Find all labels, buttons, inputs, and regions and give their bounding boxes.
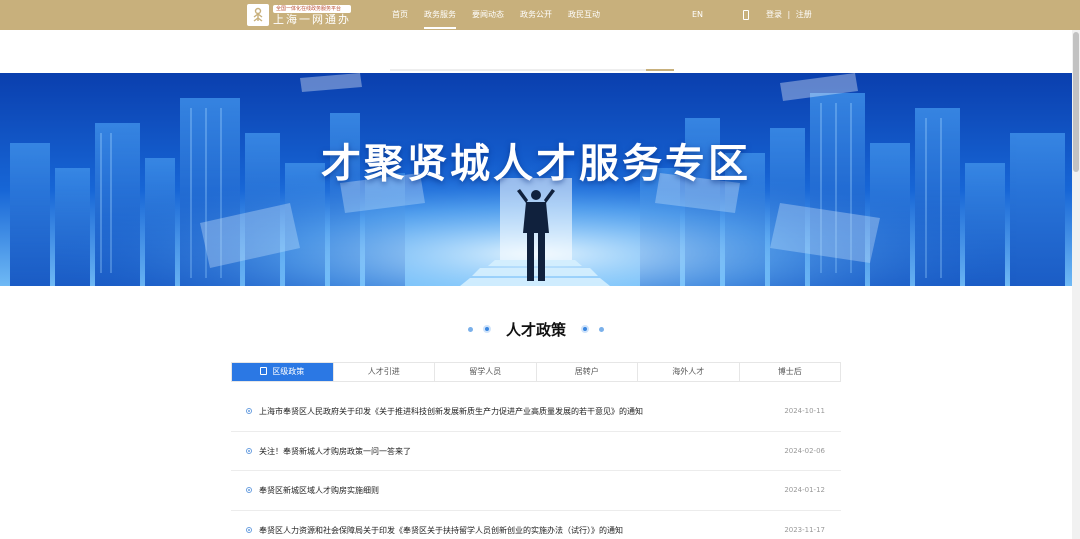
nav-services[interactable]: 政务服务 [424,0,456,30]
list-item[interactable]: 关注！奉贤新城人才购房政策一问一答来了 2024-02-06 [231,432,841,472]
banner-title: 才聚贤城人才服务专区 [321,141,751,187]
list-item-date: 2024-02-06 [784,446,825,455]
auth-separator: | [787,10,791,19]
tab-label: 区级政策 [272,367,305,376]
section-header: 人才政策 [0,318,1072,340]
policy-tabs: 区级政策 人才引进 留学人员 居转户 海外人才 博士后 [231,362,841,382]
mobile-icon[interactable] [743,10,749,20]
list-item-title[interactable]: 奉贤区人力资源和社会保障局关于印发《奉贤区关于扶持留学人员创新创业的实施办法（试… [259,511,623,539]
list-item[interactable]: 奉贤区新城区域人才购房实施细则 2024-01-12 [231,471,841,511]
tab-postdoc[interactable]: 博士后 [738,363,841,381]
nav-home[interactable]: 首页 [392,0,408,30]
section-title: 人才政策 [505,320,566,339]
auth-links: 登录 | 注册 [766,0,812,30]
tab-overseas-students[interactable]: 留学人员 [434,363,536,381]
title-decoration-left-icon [463,325,496,333]
language-switch[interactable]: EN [692,0,703,30]
tab-talent-introduction[interactable]: 人才引进 [332,363,435,381]
list-item-title[interactable]: 上海市奉贤区人民政府关于印发《关于推进科技创新发展新质生产力促进产业高质量发展的… [259,392,643,431]
logo-emblem-icon [247,4,269,26]
bullet-icon [246,487,252,494]
list-item-date: 2024-10-11 [784,407,825,415]
list-item[interactable]: 上海市奉贤区人民政府关于印发《关于推进科技创新发展新质生产力促进产业高质量发展的… [231,392,841,432]
register-link[interactable]: 注册 [796,10,812,19]
bullet-icon [246,408,252,414]
policy-list: 上海市奉贤区人民政府关于印发《关于推进科技创新发展新质生产力促进产业高质量发展的… [231,392,841,539]
list-item-title[interactable]: 奉贤区新城区域人才购房实施细则 [259,471,379,510]
search-strip [390,69,674,71]
nav-disclosure[interactable]: 政务公开 [520,0,552,30]
tab-overseas-talent[interactable]: 海外人才 [637,363,739,381]
page-scrollbar[interactable] [1072,30,1080,539]
logo-subtitle: 全国一体化在线政务服务平台 [273,4,351,13]
bullet-icon [246,447,252,454]
list-item[interactable]: 奉贤区人力资源和社会保障局关于印发《奉贤区关于扶持留学人员创新创业的实施办法（试… [231,511,841,539]
bullet-icon [246,526,252,533]
list-item-title[interactable]: 关注！奉贤新城人才购房政策一问一答来了 [259,432,411,471]
title-decoration-right-icon [576,325,609,333]
top-nav-bar: 全国一体化在线政务服务平台 上海一网通办 首页 政务服务 要闻动态 政务公开 政… [0,0,1080,30]
tab-district-policy[interactable]: 区级政策 [232,363,333,381]
main-nav: 首页 政务服务 要闻动态 政务公开 政民互动 [392,0,616,30]
tab-hukou-transfer[interactable]: 居转户 [535,363,638,381]
hero-banner: 才聚贤城人才服务专区 [0,73,1072,286]
list-item-date: 2023-11-17 [784,525,825,534]
list-item-date: 2024-01-12 [784,486,825,495]
nav-interaction[interactable]: 政民互动 [568,0,600,30]
scrollbar-thumb[interactable] [1073,32,1079,172]
logo-title: 上海一网通办 [273,12,351,26]
document-icon [260,367,268,375]
nav-news[interactable]: 要闻动态 [472,0,504,30]
login-link[interactable]: 登录 [766,10,782,19]
site-logo[interactable]: 全国一体化在线政务服务平台 上海一网通办 [247,4,351,26]
